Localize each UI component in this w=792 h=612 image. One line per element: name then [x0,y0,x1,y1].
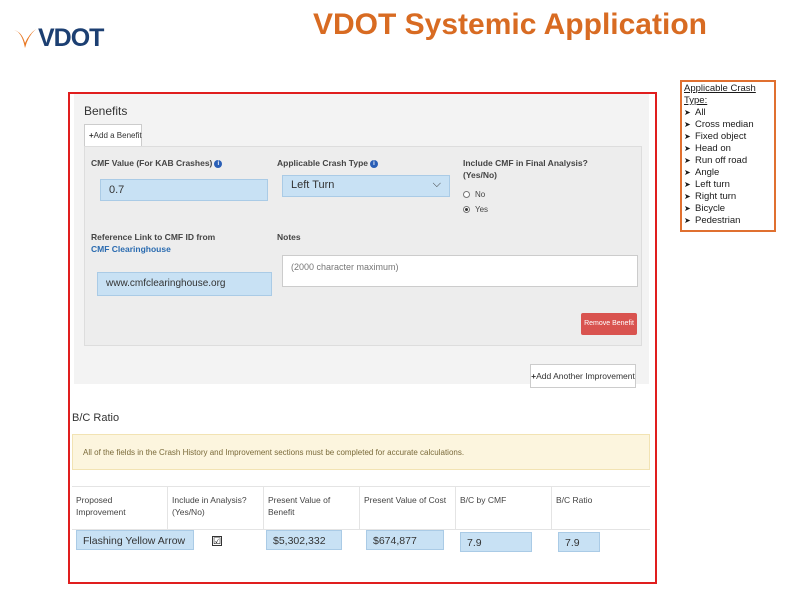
bc-table: Proposed Improvement Include in Analysis… [72,486,650,580]
radio-no-label: No [475,190,486,199]
list-item: ➤ Angle [684,167,772,179]
bullet-arrow-icon: ➤ [684,144,691,153]
list-item-label: Left turn [695,179,730,190]
bullet-arrow-icon: ➤ [684,180,691,189]
crash-type-selected: Left Turn [291,179,335,191]
list-item-label: Pedestrian [695,215,741,226]
bullet-arrow-icon: ➤ [684,156,691,165]
bullet-arrow-icon: ➤ [684,132,691,141]
reference-link-input[interactable]: www.cmfclearinghouse.org [97,272,272,296]
vdot-logo: VDOT [12,24,108,54]
list-item: ➤ All [684,107,772,119]
notes-field[interactable]: (2000 character maximum) [282,255,638,287]
list-item: ➤ Right turn [684,191,772,203]
chevron-down-icon: ⌵ [432,178,441,190]
info-icon[interactable]: i [370,159,379,168]
logo-text: VDOT [38,24,104,52]
list-item: ➤ Run off road [684,155,772,167]
list-item: ➤ Left turn [684,179,772,191]
bc-ratio-title: B/C Ratio [72,412,120,424]
list-item: ➤ Fixed object [684,131,772,143]
radio-button[interactable] [463,206,470,213]
cost-value-cell[interactable]: $674,877 [366,530,444,550]
add-improvement-label: Add Another Improvement [536,371,635,381]
bc-ratio-cell: 7.9 [558,532,600,552]
benefits-panel: Benefits +Add a Benefit CMF Value (For K… [74,94,649,384]
list-item-label: Bicycle [695,203,726,214]
add-benefit-tab[interactable]: +Add a Benefit [84,124,142,146]
bullet-arrow-icon: ➤ [684,192,691,201]
list-item: ➤ Bicycle [684,203,772,215]
benefit-value-cell[interactable]: $5,302,332 [266,530,342,550]
warning-alert: All of the fields in the Crash History a… [72,434,650,470]
radio-no[interactable]: No [463,190,485,199]
bullet-arrow-icon: ➤ [684,108,691,117]
add-benefit-label: Add a Benefit [93,131,142,140]
improvement-cell[interactable]: Flashing Yellow Arrow [76,530,194,550]
column-header: Present Value of Cost [360,486,456,530]
list-item-label: Cross median [695,119,754,130]
benefit-form: CMF Value (For KAB Crashes) i 0.7 Applica… [84,146,642,346]
cmf-clearinghouse-link[interactable]: CMF Clearinghouse [91,244,171,254]
bullet-arrow-icon: ➤ [684,168,691,177]
list-item-label: Angle [695,167,720,178]
bullet-arrow-icon: ➤ [684,120,691,129]
column-header: B/C by CMF [456,486,552,530]
cmf-value-input[interactable]: 0.7 [100,179,268,201]
list-item-label: Fixed object [695,131,747,142]
include-checkbox[interactable]: ☑ [212,536,222,546]
column-header: Proposed Improvement [72,486,168,530]
radio-button[interactable] [463,191,470,198]
column-header: Include in Analysis? (Yes/No) [168,486,264,530]
radio-yes-label: Yes [475,205,489,214]
column-header: B/C Ratio [556,495,593,505]
crash-type-label: Applicable Crash Type i [277,157,379,169]
list-item: ➤ Cross median [684,119,772,131]
list-item-label: Head on [695,143,731,154]
page-title: VDOT Systemic Application [313,8,707,41]
list-item: ➤ Pedestrian [684,215,772,227]
remove-benefit-button[interactable]: Remove Benefit [581,313,637,335]
crash-type-list: Applicable Crash Type: ➤ All ➤ Cross media… [680,80,776,232]
reference-link-label: Reference Link to CMF ID from CMF Cleari… [91,232,216,254]
vdot-swoosh-icon [14,29,36,48]
column-header: Present Value of Benefit [264,486,360,530]
list-item: ➤ Head on [684,143,772,155]
add-improvement-button[interactable]: +Add Another Improvement [530,364,636,388]
crash-type-title: Applicable Crash Type: [684,83,756,106]
benefits-title: Benefits [84,104,128,118]
cmf-value-label: CMF Value (For KAB Crashes) i [91,157,223,169]
app-screenshot: Benefits +Add a Benefit CMF Value (For K… [70,94,655,582]
bc-cmf-cell: 7.9 [460,532,532,552]
list-item-label: Right turn [695,191,737,202]
list-item-label: Run off road [695,155,748,166]
info-icon[interactable]: i [214,159,223,168]
bullet-arrow-icon: ➤ [684,216,691,225]
radio-yes[interactable]: Yes [463,205,488,214]
notes-label: Notes [277,232,301,242]
crash-type-select[interactable]: Left Turn ⌵ [282,175,450,197]
include-cmf-label: Include CMF in Final Analysis? (Yes/No) [463,158,588,180]
list-item-label: All [695,107,706,118]
bullet-arrow-icon: ➤ [684,204,691,213]
slide: VDOT VDOT Systemic Application Applicabl… [0,0,792,612]
